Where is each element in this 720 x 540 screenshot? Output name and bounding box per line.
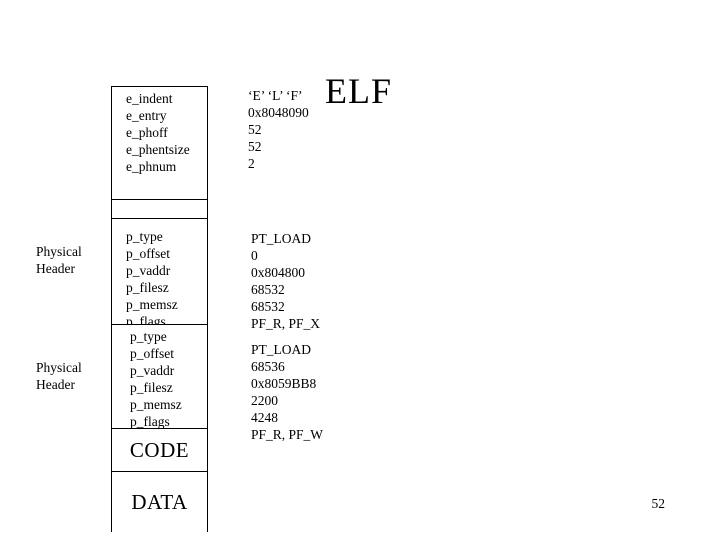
value-p-memsz: 68532 [251, 299, 285, 314]
program-header-1-values: PT_LOAD 0 0x804800 68532 68532 PF_R, PF_… [251, 230, 320, 332]
value-p-offset: 0 [251, 248, 258, 263]
value-p-flags: PF_R, PF_X [251, 316, 321, 331]
value-p-type: PT_LOAD [251, 342, 311, 357]
value-p-type: PT_LOAD [251, 231, 311, 246]
program-header-2-values: PT_LOAD 68536 0x8059BB8 2200 4248 PF_R, … [251, 341, 323, 443]
field-p-vaddr: p_vaddr [126, 263, 171, 278]
program-header-block-1: p_type p_offset p_vaddr p_filesz p_memsz… [112, 219, 207, 329]
code-segment-label: CODE [129, 437, 190, 462]
elf-file-structure-diagram: e_indent e_entry e_phoff e_phentsize e_p… [111, 86, 208, 532]
field-p-type: p_type [130, 329, 167, 344]
slide-page-number: 52 [651, 496, 666, 511]
program-header-2-field-list: p_type p_offset p_vaddr p_filesz p_memsz… [112, 325, 207, 430]
elf-header-block: e_indent e_entry e_phoff e_phentsize e_p… [112, 87, 207, 200]
field-p-memsz: p_memsz [126, 297, 178, 312]
value-e-phnum: 2 [248, 156, 255, 171]
code-segment-block: CODE [112, 429, 207, 472]
field-p-vaddr: p_vaddr [130, 363, 175, 378]
field-p-flags: p_flags [130, 414, 170, 429]
field-p-memsz: p_memsz [130, 397, 182, 412]
side-label-line-2: Header [36, 377, 75, 392]
value-e-phoff: 52 [248, 122, 262, 137]
elf-header-field-list: e_indent e_entry e_phoff e_phentsize e_p… [112, 87, 207, 175]
value-p-memsz: 4248 [251, 410, 278, 425]
field-p-filesz: p_filesz [130, 380, 173, 395]
slide-title: ELF [325, 71, 393, 111]
field-e-phentsize: e_phentsize [126, 142, 190, 157]
spacer-label [112, 200, 207, 203]
elf-header-values: ‘E’ ‘L’ ‘F’ 0x8048090 52 52 2 [248, 87, 309, 172]
value-p-filesz: 68532 [251, 282, 285, 297]
field-e-entry: e_entry [126, 108, 167, 123]
field-e-phoff: e_phoff [126, 125, 168, 140]
program-header-block-2: p_type p_offset p_vaddr p_filesz p_memsz… [112, 325, 207, 429]
value-p-flags: PF_R, PF_W [251, 427, 324, 442]
data-segment-label: DATA [131, 489, 188, 514]
field-p-filesz: p_filesz [126, 280, 169, 295]
value-e-phentsize: 52 [248, 139, 262, 154]
data-segment-block: DATA [112, 472, 207, 532]
value-p-vaddr: 0x8059BB8 [251, 376, 317, 391]
spacer-block [112, 200, 207, 219]
value-e-indent: ‘E’ ‘L’ ‘F’ [248, 88, 303, 103]
side-label-line-2: Header [36, 261, 75, 276]
value-p-filesz: 2200 [251, 393, 278, 408]
side-label-physical-header-2: Physical Header [36, 359, 82, 393]
side-label-physical-header-1: Physical Header [36, 243, 82, 277]
field-e-phnum: e_phnum [126, 159, 177, 174]
field-p-offset: p_offset [126, 246, 170, 261]
side-label-line-1: Physical [36, 244, 82, 259]
value-p-vaddr: 0x804800 [251, 265, 305, 280]
value-p-offset: 68536 [251, 359, 285, 374]
value-e-entry: 0x8048090 [248, 105, 309, 120]
field-p-offset: p_offset [130, 346, 174, 361]
field-p-type: p_type [126, 229, 163, 244]
side-label-line-1: Physical [36, 360, 82, 375]
field-e-indent: e_indent [126, 91, 173, 106]
program-header-1-field-list: p_type p_offset p_vaddr p_filesz p_memsz… [112, 219, 207, 330]
